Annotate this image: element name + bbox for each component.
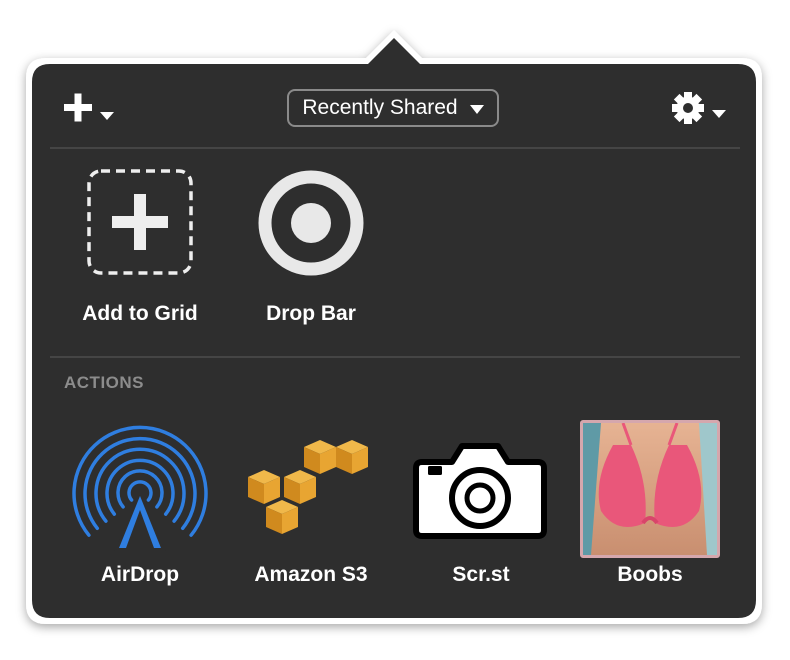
scrst-label: Scr.st (452, 563, 510, 586)
drop-bar-label: Drop Bar (266, 302, 356, 325)
plus-icon (64, 93, 114, 122)
amazon-s3-icon (248, 440, 368, 534)
chevron-down-icon (712, 110, 726, 118)
scrst-action[interactable] (412, 440, 548, 540)
chevron-down-icon (100, 112, 114, 120)
airdrop-icon (72, 425, 208, 552)
chevron-down-icon (469, 104, 484, 114)
drop-bar-button[interactable] (256, 168, 366, 278)
amazon-s3-label: Amazon S3 (254, 563, 368, 586)
add-to-grid-label: Add to Grid (82, 302, 198, 325)
photo-thumbnail-label: Boobs (617, 563, 683, 586)
add-menu-button[interactable] (62, 92, 118, 126)
actions-heading: ACTIONS (64, 373, 144, 392)
add-to-grid-button[interactable] (86, 168, 196, 278)
airdrop-label: AirDrop (100, 563, 180, 586)
photo-thumbnail-image (583, 423, 717, 555)
photo-thumbnail[interactable] (580, 420, 720, 558)
amazon-s3-action[interactable] (244, 440, 374, 536)
airdrop-action[interactable] (72, 424, 208, 552)
settings-menu-button[interactable] (668, 88, 730, 128)
filter-dropdown-label: Recently Shared (302, 96, 458, 119)
dashed-plus-icon (87, 169, 193, 275)
gear-icon (672, 92, 726, 124)
filter-dropdown[interactable]: Recently Shared (287, 89, 499, 127)
target-icon (258, 170, 364, 276)
camera-icon (413, 443, 547, 539)
